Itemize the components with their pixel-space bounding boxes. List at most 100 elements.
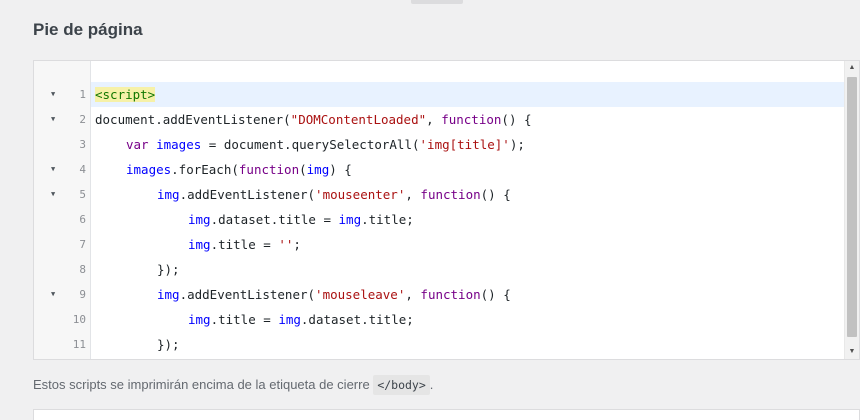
- code-token: .dataset.title =: [210, 212, 339, 227]
- code-token: '': [278, 237, 294, 252]
- vertical-scrollbar[interactable]: ▲ ▼: [844, 61, 859, 359]
- gutter-row: 10: [34, 307, 90, 332]
- code-token: () {: [480, 287, 511, 302]
- code-token: = document.querySelectorAll(: [201, 137, 420, 152]
- previous-description-clipped: [0, 0, 860, 6]
- code-line[interactable]: <script>: [91, 82, 845, 107]
- fold-arrow-icon[interactable]: ▼: [51, 82, 55, 107]
- code-token: img: [188, 212, 211, 227]
- code-token: ,: [405, 287, 421, 302]
- line-number: 3: [79, 138, 86, 151]
- body-tag-code: </body>: [373, 375, 430, 395]
- code-token: .title =: [210, 312, 279, 327]
- gutter-row: 7: [34, 232, 90, 257]
- line-number: 2: [79, 113, 86, 126]
- fold-arrow-icon[interactable]: ▼: [51, 107, 55, 132]
- code-line-text: <script>: [91, 87, 156, 102]
- code-token: img: [157, 287, 180, 302]
- code-token: ;: [293, 237, 301, 252]
- code-token: function: [238, 162, 300, 177]
- gutter-row: 6: [34, 207, 90, 232]
- code-token: img: [306, 162, 330, 177]
- line-number: 1: [79, 88, 86, 101]
- scroll-up-icon[interactable]: ▲: [845, 61, 859, 75]
- code-token: () {: [480, 187, 511, 202]
- line-number: 11: [72, 338, 86, 351]
- code-line[interactable]: });: [91, 332, 845, 357]
- code-line-text: img.dataset.title = img.title;: [91, 212, 414, 227]
- code-line-text: images.forEach(function(img) {: [91, 162, 352, 177]
- code-line[interactable]: document.addEventListener("DOMContentLoa…: [91, 107, 845, 132]
- code-token: .dataset.title;: [300, 312, 414, 327]
- code-token: function: [420, 187, 481, 202]
- code-area[interactable]: <script> document.addEventListener("DOMCo…: [91, 61, 845, 359]
- code-line[interactable]: img.title = '';: [91, 232, 845, 257]
- code-token: function: [441, 112, 502, 127]
- code-token: img: [188, 312, 211, 327]
- fold-arrow-icon[interactable]: ▼: [51, 157, 55, 182]
- line-number: 4: [79, 163, 86, 176]
- code-token: .title =: [210, 237, 279, 252]
- code-line-text: });: [91, 337, 180, 352]
- code-line[interactable]: var images = document.querySelectorAll('…: [91, 132, 845, 157]
- code-line-text: img.addEventListener('mouseenter', funct…: [91, 187, 511, 202]
- scroll-down-icon[interactable]: ▼: [845, 345, 859, 359]
- code-token: images: [126, 162, 172, 177]
- code-token: .addEventListener(: [179, 187, 316, 202]
- code-line-text: });: [91, 262, 180, 277]
- code-token: function: [420, 287, 481, 302]
- help-text: Estos scripts se imprimirán encima de la…: [33, 374, 433, 396]
- next-panel: [33, 409, 860, 420]
- gutter-row: 8: [34, 257, 90, 282]
- line-number: 9: [79, 288, 86, 301]
- code-token: (: [299, 162, 307, 177]
- code-token: () {: [501, 112, 532, 127]
- code-token: );: [509, 137, 525, 152]
- fold-arrow-icon[interactable]: ▼: [51, 282, 55, 307]
- code-token: img: [157, 187, 180, 202]
- code-line[interactable]: img.addEventListener('mouseenter', funct…: [91, 182, 845, 207]
- code-line-text: document.addEventListener("DOMContentLoa…: [91, 112, 532, 127]
- code-token: 'img[title]': [419, 137, 510, 152]
- code-line-text: var images = document.querySelectorAll('…: [91, 137, 525, 152]
- code-line-text: img.title = '';: [91, 237, 301, 252]
- code-line[interactable]: img.addEventListener('mouseleave', funct…: [91, 282, 845, 307]
- section-title: Pie de página: [33, 20, 143, 39]
- gutter-row: ▼ 2: [34, 107, 90, 132]
- help-text-body: Estos scripts se imprimirán encima de la…: [33, 377, 374, 392]
- gutter-row: 3: [34, 132, 90, 157]
- code-token: "DOMContentLoaded": [290, 112, 427, 127]
- clipped-code-badge: [411, 0, 463, 4]
- code-line[interactable]: });: [91, 257, 845, 282]
- code-token: .forEach(: [171, 162, 239, 177]
- gutter-row: 11: [34, 332, 90, 357]
- gutter-row: ▼ 9: [34, 282, 90, 307]
- code-token: .title;: [361, 212, 414, 227]
- line-number: 6: [79, 213, 86, 226]
- code-token: ) {: [329, 162, 352, 177]
- code-token: img: [278, 312, 301, 327]
- code-token: var: [126, 137, 157, 152]
- code-token: images: [156, 137, 202, 152]
- code-token: ,: [405, 187, 421, 202]
- code-token: document.addEventListener(: [95, 112, 291, 127]
- code-token: });: [157, 337, 180, 352]
- gutter-row: ▼ 4: [34, 157, 90, 182]
- code-token: 'mouseleave': [315, 287, 406, 302]
- code-line-text: img.title = img.dataset.title;: [91, 312, 414, 327]
- code-token: img: [338, 212, 362, 227]
- code-line[interactable]: img.dataset.title = img.title;: [91, 207, 845, 232]
- line-number: 8: [79, 263, 86, 276]
- code-token: .addEventListener(: [179, 287, 316, 302]
- code-token: <script>: [95, 87, 156, 102]
- page: Pie de página ▼ 1 ▼ 2 3 ▼ 4 ▼ 5 6 7 8 ▼ 9 10 11 <script…: [0, 0, 860, 420]
- code-line[interactable]: img.title = img.dataset.title;: [91, 307, 845, 332]
- code-editor[interactable]: ▼ 1 ▼ 2 3 ▼ 4 ▼ 5 6 7 8 ▼ 9 10 11 <script> document.addE…: [33, 60, 860, 360]
- gutter-row: ▼ 5: [34, 182, 90, 207]
- scroll-thumb[interactable]: [847, 77, 857, 337]
- code-token: ,: [426, 112, 442, 127]
- line-number: 10: [72, 313, 86, 326]
- fold-arrow-icon[interactable]: ▼: [51, 182, 55, 207]
- line-number: 7: [79, 238, 86, 251]
- code-line[interactable]: images.forEach(function(img) {: [91, 157, 845, 182]
